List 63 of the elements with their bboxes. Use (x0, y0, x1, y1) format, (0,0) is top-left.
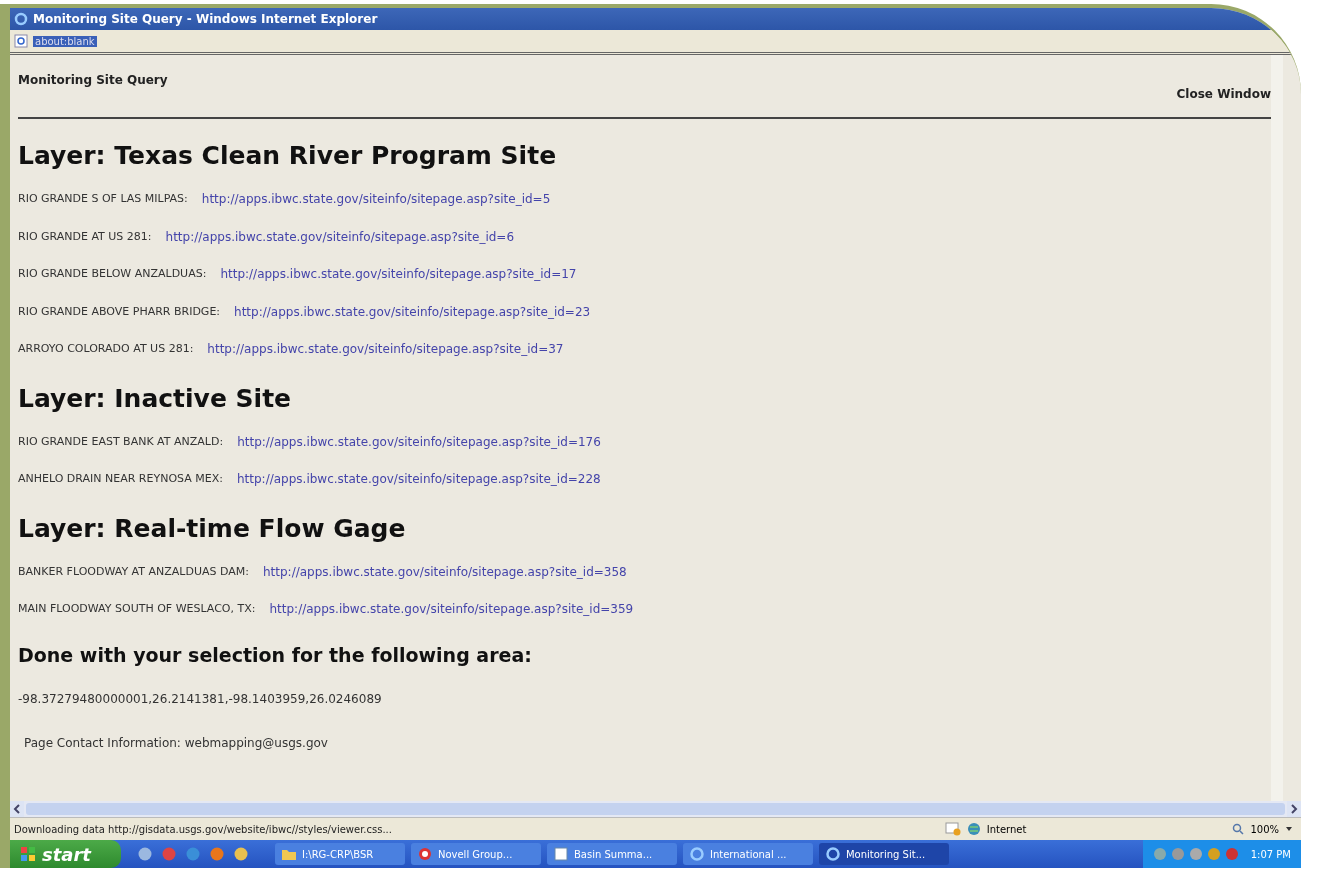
globe-icon (966, 822, 981, 836)
site-link[interactable]: http://apps.ibwc.state.gov/siteinfo/sitepage.asp?site_id=6 (165, 229, 515, 245)
area-coordinates: -98.37279480000001,26.2141381,-98.1403959,26.0246089 (18, 691, 383, 706)
caret-icon[interactable] (1285, 826, 1293, 832)
site-name: MAIN FLOODWAY SOUTH OF WESLACO, TX: (18, 602, 256, 617)
taskbar-button[interactable]: Basin Summa... (546, 843, 677, 865)
site-name: RIO GRANDE S OF LAS MILPAS: (18, 192, 188, 207)
site-name: ANHELO DRAIN NEAR REYNOSA MEX: (18, 472, 223, 487)
site-link[interactable]: http://apps.ibwc.state.gov/siteinfo/sitepage.asp?site_id=176 (237, 434, 601, 450)
site-link[interactable]: http://apps.ibwc.state.gov/siteinfo/sitepage.asp?site_id=23 (234, 304, 591, 320)
taskbar-button[interactable]: Novell Group... (410, 843, 541, 865)
taskbar-button[interactable]: I:\RG-CRP\BSR (274, 843, 405, 865)
page-title: Monitoring Site Query (18, 73, 169, 87)
quick-launch-icon[interactable] (184, 846, 201, 862)
quick-launch-icon[interactable] (136, 846, 153, 862)
tray-icon[interactable] (1152, 847, 1167, 861)
app-icon (416, 846, 433, 862)
browser-logo-icon (824, 846, 841, 862)
site-name: RIO GRANDE ABOVE PHARR BRIDGE: (18, 304, 221, 320)
warning-icon (944, 822, 961, 836)
browser-logo-icon (14, 12, 28, 26)
taskbar-button[interactable]: Monitoring Sit... (818, 843, 949, 865)
layer-heading: Layer: Texas Clean River Program Site (18, 141, 558, 170)
close-window-link[interactable]: Close Window (18, 87, 1271, 101)
start-button[interactable]: start (10, 840, 121, 868)
tray-icon[interactable] (1170, 847, 1185, 861)
page-icon (14, 34, 28, 48)
site-link[interactable]: http://apps.ibwc.state.gov/siteinfo/sitepage.asp?site_id=37 (207, 342, 564, 357)
zoom-level[interactable]: 100% (1250, 823, 1279, 835)
site-link[interactable]: http://apps.ibwc.state.gov/siteinfo/sitepage.asp?site_id=228 (236, 472, 601, 487)
layer-heading: Layer: Inactive Site (18, 383, 293, 413)
section-heading: Done with your selection for the following area: (18, 643, 533, 666)
status-text: Downloading data http://gisdata.usgs.gov/website/ibwc//styles/viewer.css... (14, 823, 392, 835)
site-name: RIO GRANDE AT US 281: (18, 229, 152, 245)
site-name: RIO GRANDE BELOW ANZALDUAS: (18, 267, 207, 282)
scroll-right-button[interactable] (1287, 801, 1301, 817)
site-name: RIO GRANDE EAST BANK AT ANZALD: (18, 434, 224, 450)
tray-icon[interactable] (1224, 847, 1239, 861)
tray-icon[interactable] (1206, 847, 1221, 861)
contact-info: Page Contact Information: webmapping@usgs.gov (23, 735, 329, 750)
security-zone: Internet (986, 823, 1027, 835)
taskbar-button[interactable]: International ... (682, 843, 813, 865)
clock: 1:07 PM (1250, 848, 1291, 860)
window-title: Monitoring Site Query - Windows Internet Explorer (33, 12, 378, 26)
address-field[interactable]: about:blank (33, 35, 97, 47)
zoom-icon (1232, 823, 1245, 835)
quick-launch-icon[interactable] (160, 846, 177, 862)
quick-launch-icon[interactable] (232, 846, 249, 862)
document-icon (552, 846, 569, 862)
folder-icon (280, 847, 297, 861)
quick-launch-icon[interactable] (208, 846, 225, 862)
site-link[interactable]: http://apps.ibwc.state.gov/siteinfo/sitepage.asp?site_id=358 (262, 564, 627, 580)
scroll-left-button[interactable] (10, 801, 24, 817)
site-name: ARROYO COLORADO AT US 281: (18, 342, 194, 357)
windows-logo-icon (20, 846, 36, 862)
horizontal-scrollbar[interactable] (26, 803, 1285, 815)
tray-icon[interactable] (1188, 847, 1203, 861)
site-link[interactable]: http://apps.ibwc.state.gov/siteinfo/sitepage.asp?site_id=5 (201, 192, 551, 207)
site-link[interactable]: http://apps.ibwc.state.gov/siteinfo/sitepage.asp?site_id=17 (220, 267, 577, 282)
layer-heading: Layer: Real-time Flow Gage (18, 513, 407, 543)
site-name: BANKER FLOODWAY AT ANZALDUAS DAM: (18, 564, 249, 580)
browser-logo-icon (688, 846, 705, 862)
site-link[interactable]: http://apps.ibwc.state.gov/siteinfo/sitepage.asp?site_id=359 (269, 602, 634, 617)
